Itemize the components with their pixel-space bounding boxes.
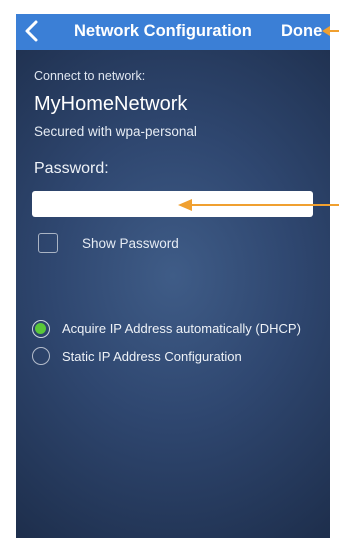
static-ip-radio[interactable] (32, 347, 50, 365)
password-label: Password: (34, 160, 109, 177)
show-password-label[interactable]: Show Password (82, 236, 179, 251)
static-ip-option-label[interactable]: Static IP Address Configuration (62, 349, 242, 364)
annotation-arrow-password (178, 199, 339, 211)
network-name: MyHomeNetwork (34, 93, 188, 115)
show-password-checkbox[interactable] (38, 233, 58, 253)
back-chevron-icon[interactable] (21, 18, 43, 44)
annotation-arrow-done (322, 26, 339, 36)
page-title: Network Configuration (74, 22, 252, 40)
dhcp-option-label[interactable]: Acquire IP Address automatically (DHCP) (62, 321, 301, 336)
connect-label: Connect to network: (34, 69, 146, 83)
done-button[interactable]: Done (281, 22, 322, 41)
security-type: Secured with wpa-personal (34, 124, 197, 139)
nav-bar: Network Configuration Done (16, 14, 330, 50)
dhcp-radio[interactable] (32, 320, 50, 338)
phone-screen: Network Configuration Done Connect to ne… (16, 14, 330, 538)
